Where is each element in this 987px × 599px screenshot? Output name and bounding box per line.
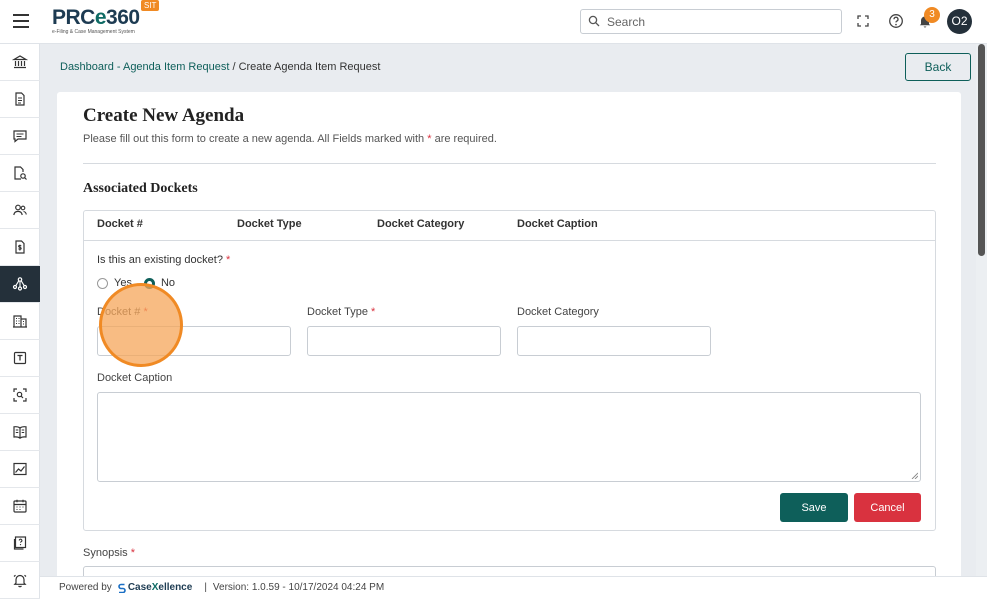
radio-yes[interactable] <box>97 277 108 289</box>
save-button[interactable]: Save <box>780 493 848 522</box>
footer-powered-by: Powered by <box>59 582 112 593</box>
table-header-divider <box>84 240 935 241</box>
sidebar-item-library[interactable] <box>0 414 40 451</box>
breadcrumb-link-dashboard[interactable]: Dashboard - Agenda Item Request <box>60 61 229 73</box>
sidebar-item-organizations[interactable] <box>0 303 40 340</box>
docket-caption-label: Docket Caption <box>97 372 173 384</box>
book-icon <box>13 426 27 439</box>
dollar-document-icon <box>15 240 25 254</box>
logo-subtitle: e-Filing & Case Management System <box>52 29 135 35</box>
radio-no-label[interactable]: No <box>161 277 175 289</box>
building-icon <box>13 315 27 328</box>
top-bar: PRCe360 e-Filing & Case Management Syste… <box>0 0 987 44</box>
sidebar-item-templates[interactable] <box>0 340 40 377</box>
breadcrumb-separator: / <box>229 61 239 73</box>
help-book-icon <box>13 536 27 550</box>
column-header-docket-category: Docket Category <box>377 218 465 230</box>
casexellence-logo-icon <box>118 583 126 593</box>
search-box[interactable] <box>580 9 842 34</box>
chart-icon <box>13 462 27 476</box>
sidebar-item-help[interactable] <box>0 525 40 562</box>
sidebar-item-agenda[interactable] <box>0 266 40 303</box>
fullscreen-icon[interactable] <box>855 13 871 29</box>
sidebar-item-calendar[interactable] <box>0 488 40 525</box>
footer-version: Version: 1.0.59 - 10/17/2024 04:24 PM <box>212 582 385 593</box>
users-icon <box>13 204 27 216</box>
sidebar-item-reports[interactable] <box>0 451 40 488</box>
sidebar-item-bank[interactable] <box>0 44 40 81</box>
env-badge: SIT <box>141 0 160 11</box>
menu-icon[interactable] <box>13 14 29 28</box>
radio-yes-label[interactable]: Yes <box>114 277 132 289</box>
existing-docket-question: Is this an existing docket? * <box>97 254 231 266</box>
cancel-button[interactable]: Cancel <box>854 493 921 522</box>
calendar-icon <box>13 499 27 513</box>
notification-badge: 3 <box>924 7 940 23</box>
back-button[interactable]: Back <box>905 53 971 81</box>
network-icon <box>12 277 28 291</box>
column-header-docket-number: Docket # <box>97 218 143 230</box>
existing-docket-radio-group: Yes No <box>97 277 175 289</box>
dockets-table: Docket # Docket Type Docket Category Doc… <box>83 210 936 531</box>
docket-number-label: Docket # * <box>97 306 148 318</box>
footer: Powered by Case Xellence | Version: 1.0.5… <box>40 576 987 599</box>
sidebar-item-messages[interactable] <box>0 118 40 155</box>
sidebar-item-documents[interactable] <box>0 81 40 118</box>
sidebar <box>0 44 40 599</box>
sidebar-item-users[interactable] <box>0 192 40 229</box>
form-subtitle: Please fill out this form to create a ne… <box>83 133 497 145</box>
document-icon <box>15 92 25 106</box>
sidebar-item-billing[interactable] <box>0 229 40 266</box>
column-header-docket-caption: Docket Caption <box>517 218 598 230</box>
search-icon <box>588 15 600 27</box>
docket-category-input[interactable] <box>517 326 711 356</box>
scrollbar-thumb[interactable] <box>978 44 985 256</box>
divider <box>83 163 936 164</box>
resize-handle-icon[interactable] <box>911 472 918 479</box>
column-header-docket-type: Docket Type <box>237 218 302 230</box>
chat-icon <box>13 130 27 143</box>
page-scrollbar[interactable] <box>976 44 987 576</box>
footer-brand-logo: Case Xellence <box>118 582 192 593</box>
template-icon <box>13 351 27 365</box>
breadcrumb-current: Create Agenda Item Request <box>238 61 381 73</box>
synopsis-label: Synopsis * <box>83 547 135 559</box>
docket-caption-textarea[interactable] <box>97 392 921 482</box>
logo[interactable]: PRCe360 e-Filing & Case Management Syste… <box>52 0 162 39</box>
sidebar-item-alerts[interactable] <box>0 562 40 599</box>
docket-type-input[interactable] <box>307 326 501 356</box>
breadcrumb: Dashboard - Agenda Item Request / Create… <box>60 61 380 73</box>
docket-number-input[interactable] <box>97 326 291 356</box>
bank-icon <box>12 55 28 69</box>
help-icon[interactable] <box>888 13 904 29</box>
sidebar-item-scan-search[interactable] <box>0 377 40 414</box>
avatar[interactable]: O2 <box>947 9 972 34</box>
docket-category-label: Docket Category <box>517 306 599 318</box>
footer-divider: | <box>204 582 207 593</box>
sidebar-item-document-search[interactable] <box>0 155 40 192</box>
bell-icon <box>13 574 27 588</box>
document-search-icon <box>14 166 27 180</box>
scan-search-icon <box>13 388 27 402</box>
radio-no[interactable] <box>143 277 155 289</box>
page-title: Create New Agenda <box>83 105 245 126</box>
search-input[interactable] <box>607 12 832 31</box>
section-title-associated-dockets: Associated Dockets <box>83 181 198 196</box>
docket-type-label: Docket Type * <box>307 306 376 318</box>
form-card: Create New Agenda Please fill out this f… <box>57 92 961 582</box>
